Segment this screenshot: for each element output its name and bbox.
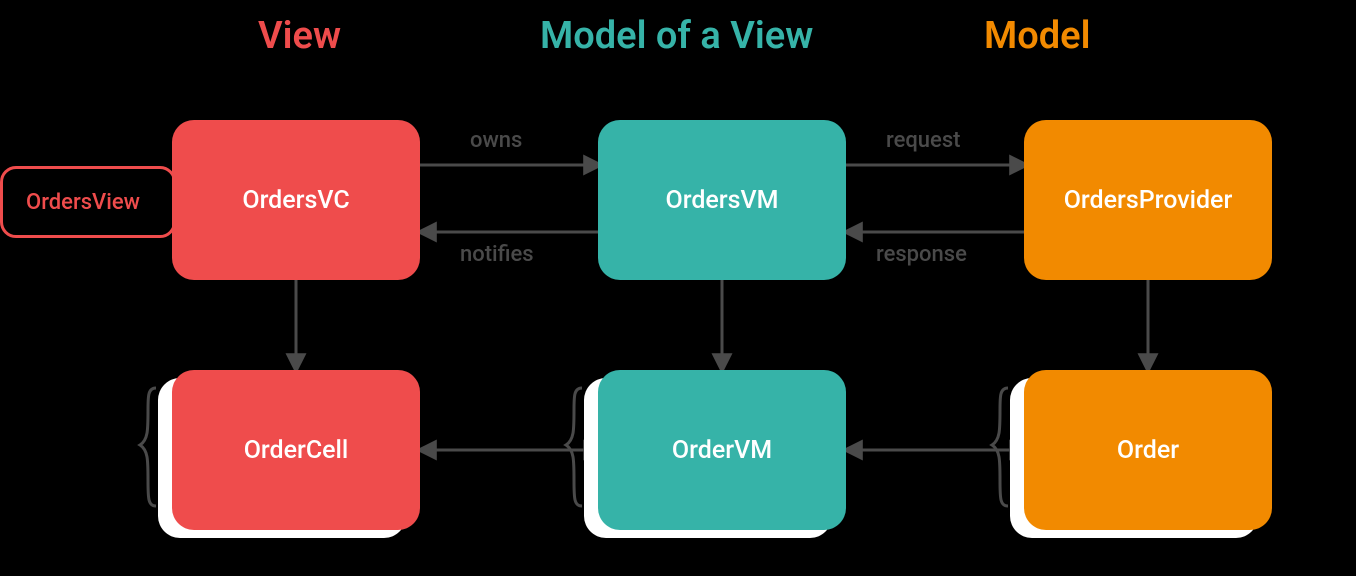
order-cell-label: OrderCell xyxy=(244,436,349,465)
edge-label-response: response xyxy=(876,242,967,267)
order-box: Order xyxy=(1024,370,1272,530)
orders-provider-label: OrdersProvider xyxy=(1064,186,1233,215)
order-label: Order xyxy=(1117,436,1179,465)
edge-label-notifies: notifies xyxy=(460,242,534,267)
orders-vm-label: OrdersVM xyxy=(665,186,778,215)
brace-ordervm xyxy=(566,388,582,506)
orders-view-box: OrdersView xyxy=(0,166,176,238)
orders-view-label: OrdersView xyxy=(26,190,140,215)
heading-viewmodel: Model of a View xyxy=(540,14,813,58)
brace-order xyxy=(992,388,1008,506)
brace-ordercell xyxy=(140,388,156,506)
order-vm-box: OrderVM xyxy=(598,370,846,530)
heading-view: View xyxy=(258,14,341,58)
orders-vc-box: OrdersVC xyxy=(172,120,420,280)
orders-provider-box: OrdersProvider xyxy=(1024,120,1272,280)
order-cell-box: OrderCell xyxy=(172,370,420,530)
orders-vc-label: OrdersVC xyxy=(242,186,349,215)
order-vm-label: OrderVM xyxy=(672,436,772,465)
orders-vm-box: OrdersVM xyxy=(598,120,846,280)
heading-model: Model xyxy=(984,14,1090,58)
edge-label-request: request xyxy=(886,128,960,153)
edge-label-owns: owns xyxy=(470,128,522,153)
